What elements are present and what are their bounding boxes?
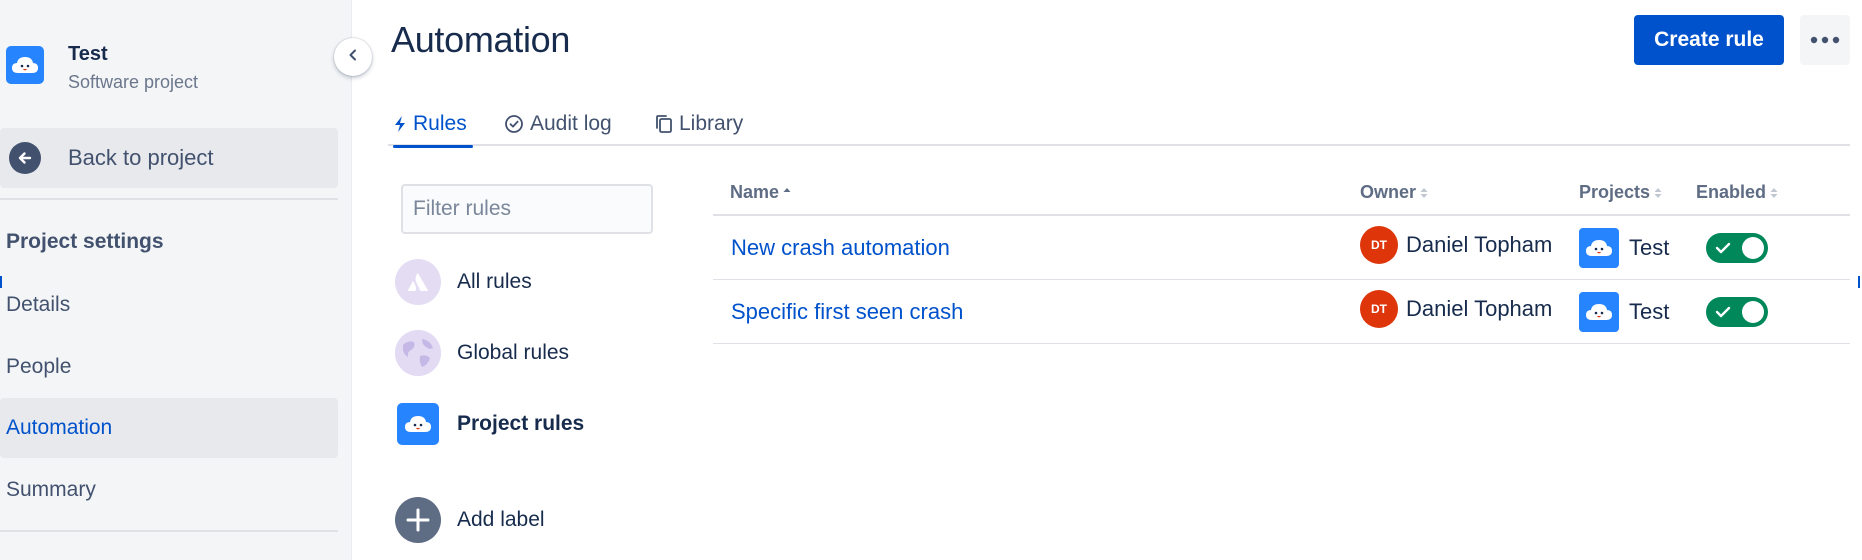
enabled-toggle[interactable]	[1706, 297, 1768, 327]
globe-icon	[395, 330, 441, 376]
atlassian-logo-icon	[395, 259, 441, 305]
sidebar-item-automation[interactable]: Automation	[0, 398, 338, 458]
column-header-name[interactable]: Name	[730, 182, 791, 203]
project-cloud-icon	[397, 403, 439, 445]
project-type: Software project	[68, 72, 199, 92]
sidebar-item-label: People	[6, 355, 72, 378]
toggle-knob	[1742, 301, 1764, 323]
category-label: Project rules	[457, 412, 585, 435]
category-project-rules[interactable]: Project rules	[395, 400, 675, 448]
category-global-rules[interactable]: Global rules	[395, 329, 675, 377]
arrow-left-icon	[9, 142, 41, 174]
sidebar: Test Software project Back to project Pr…	[0, 0, 352, 560]
project-label: Test	[1629, 299, 1670, 324]
tab-label: Library	[679, 112, 744, 135]
sidebar-item-label: Automation	[6, 416, 113, 439]
sidebar-divider	[0, 530, 338, 532]
sort-icon	[1770, 187, 1778, 199]
check-icon	[1715, 305, 1731, 324]
project-cloud-icon	[1579, 292, 1619, 332]
edge-marker	[0, 276, 2, 288]
column-header-label: Enabled	[1696, 182, 1767, 202]
rule-name-link[interactable]: Specific first seen crash	[731, 299, 963, 325]
sidebar-divider	[0, 198, 338, 200]
enabled-toggle[interactable]	[1706, 233, 1768, 263]
project-label: Test	[1629, 235, 1670, 260]
back-to-project-label: Back to project	[68, 145, 214, 170]
copy-icon	[655, 114, 673, 134]
category-label: Add label	[457, 508, 545, 531]
page-title: Automation	[391, 19, 571, 60]
table-row: Specific first seen crash DT Daniel Toph…	[713, 280, 1850, 344]
sidebar-item-label: Summary	[6, 478, 96, 501]
table-header: Name Owner Projects Enabled	[713, 170, 1850, 216]
sidebar-item-label: Details	[6, 293, 71, 316]
back-to-project-button[interactable]: Back to project	[0, 128, 338, 188]
plus-icon	[395, 497, 441, 543]
project-cloud-icon	[6, 46, 44, 84]
rules-table: Name Owner Projects Enabled New crash au…	[713, 170, 1850, 344]
create-rule-button[interactable]: Create rule	[1634, 15, 1784, 65]
project-name: Test	[68, 43, 108, 65]
avatar: DT	[1360, 290, 1398, 328]
tab-label: Audit log	[530, 112, 612, 135]
lightning-icon	[393, 115, 407, 133]
filter-rules-input[interactable]	[401, 184, 653, 234]
tab-label: Rules	[413, 112, 467, 135]
sort-ascending-icon	[783, 187, 791, 199]
owner-name: Daniel Topham	[1406, 232, 1553, 257]
column-header-label: Projects	[1579, 182, 1651, 202]
column-header-label: Name	[730, 182, 780, 202]
chevron-left-icon	[346, 48, 360, 67]
check-icon	[1715, 241, 1731, 260]
sidebar-item-people[interactable]: People	[0, 337, 338, 397]
category-label: All rules	[457, 270, 532, 293]
more-horizontal-icon	[1810, 31, 1840, 49]
sidebar-item-summary[interactable]: Summary	[0, 460, 338, 520]
tab-bar: Rules Audit log Library	[388, 102, 1850, 148]
add-label-button[interactable]: Add label	[395, 496, 675, 544]
project-header: Test Software project	[6, 42, 198, 93]
rule-name-link[interactable]: New crash automation	[731, 235, 950, 261]
column-header-label: Owner	[1360, 182, 1417, 202]
category-all-rules[interactable]: All rules	[395, 258, 675, 306]
more-actions-button[interactable]	[1800, 15, 1850, 65]
collapse-sidebar-button[interactable]	[334, 38, 372, 76]
tab-library[interactable]: Library	[655, 102, 743, 146]
column-header-projects[interactable]: Projects	[1579, 182, 1662, 203]
sort-icon	[1654, 187, 1662, 199]
toggle-knob	[1742, 237, 1764, 259]
edge-marker	[1858, 276, 1860, 288]
owner-name: Daniel Topham	[1406, 296, 1553, 321]
sort-icon	[1420, 187, 1428, 199]
avatar: DT	[1360, 226, 1398, 264]
column-header-enabled[interactable]: Enabled	[1696, 182, 1778, 203]
column-header-owner[interactable]: Owner	[1360, 182, 1428, 203]
check-circle-icon	[504, 114, 524, 134]
project-cloud-icon	[1579, 228, 1619, 268]
sidebar-item-details[interactable]: Details	[0, 275, 338, 335]
section-title: Project settings	[6, 230, 164, 253]
table-row: New crash automation DT Daniel Topham Te…	[713, 216, 1850, 280]
tab-rules[interactable]: Rules	[393, 102, 473, 148]
tab-audit-log[interactable]: Audit log	[504, 102, 612, 146]
category-label: Global rules	[457, 341, 570, 364]
